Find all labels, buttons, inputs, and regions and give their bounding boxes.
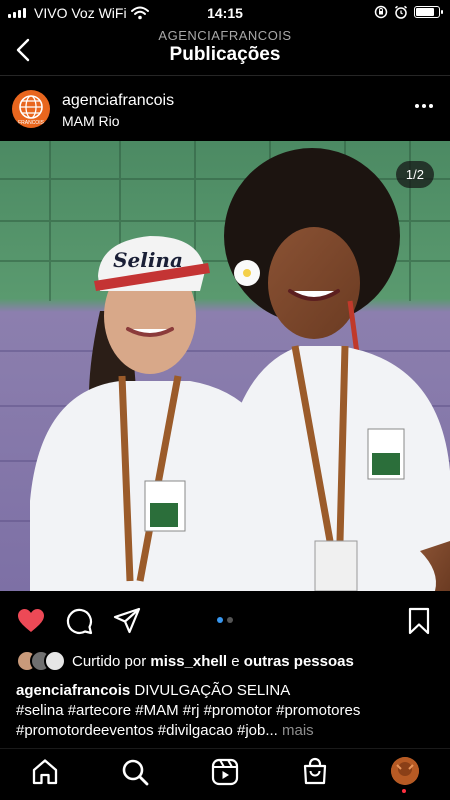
caption-hashtags[interactable]: #selina #artecore #MAM #rj #promotor #pr…: [16, 701, 441, 721]
svg-text:Selina: Selina: [113, 248, 183, 272]
likes-summary[interactable]: Curtido por miss_xhell e outras pessoas: [16, 650, 354, 672]
post-username[interactable]: agenciafrancois: [62, 92, 174, 110]
shop-icon[interactable]: [300, 757, 330, 787]
caption-hashtags-more[interactable]: #promotordeeventos #divilgacao #job...: [16, 722, 278, 739]
likes-user[interactable]: miss_xhell: [150, 653, 227, 670]
caption-username[interactable]: agenciafrancois: [16, 682, 130, 699]
battery-level: [416, 8, 434, 16]
battery-icon: [414, 6, 443, 18]
account-name: AGENCIAFRANCOIS: [158, 28, 292, 43]
post-actions: [0, 600, 450, 642]
post-caption: agenciafrancois DIVULGAÇÃO SELINA #selin…: [16, 681, 441, 741]
avatar[interactable]: FRANCOIS: [12, 90, 50, 128]
bookmark-icon[interactable]: [404, 606, 434, 636]
likes-connector: e: [231, 652, 240, 670]
svg-text:FRANCOIS: FRANCOIS: [18, 120, 45, 126]
ellipsis-icon[interactable]: [414, 102, 434, 110]
page-header: AGENCIAFRANCOIS Publicações: [0, 26, 450, 76]
caption-line-3: #promotordeeventos #divilgacao #job... m…: [16, 721, 441, 741]
page-title: Publicações: [169, 44, 281, 65]
profile-icon[interactable]: [391, 757, 419, 785]
bottom-nav: [0, 748, 450, 800]
carousel-dot: [217, 617, 223, 623]
orientation-lock-icon: [374, 5, 388, 19]
media-counter: 1/2: [395, 161, 434, 188]
status-right: [374, 5, 443, 19]
caption-text: DIVULGAÇÃO SELINA: [134, 682, 291, 699]
post-header: FRANCOIS agenciafrancois MAM Rio: [0, 80, 450, 140]
notification-dot: [402, 789, 406, 793]
caption-line-1: agenciafrancois DIVULGAÇÃO SELINA: [16, 681, 441, 701]
post-location[interactable]: MAM Rio: [62, 113, 120, 129]
caption-more-link[interactable]: mais: [282, 722, 314, 739]
likes-prefix: Curtido por: [72, 652, 147, 670]
photo-illustration: Selina: [0, 141, 450, 591]
likes-others[interactable]: outras pessoas: [244, 653, 354, 670]
home-icon[interactable]: [30, 757, 60, 787]
search-icon[interactable]: [120, 757, 150, 787]
carousel-dot: [227, 617, 233, 623]
liker-avatars: [16, 650, 72, 672]
carousel-indicator: [0, 617, 450, 623]
status-bar: VIVO Voz WiFi 14:15: [0, 0, 450, 26]
reels-icon[interactable]: [210, 757, 240, 787]
post-photo[interactable]: Selina 1/2: [0, 141, 450, 591]
alarm-icon: [395, 5, 407, 19]
avatar: [44, 650, 66, 672]
globe-logo-icon: FRANCOIS: [18, 95, 45, 126]
